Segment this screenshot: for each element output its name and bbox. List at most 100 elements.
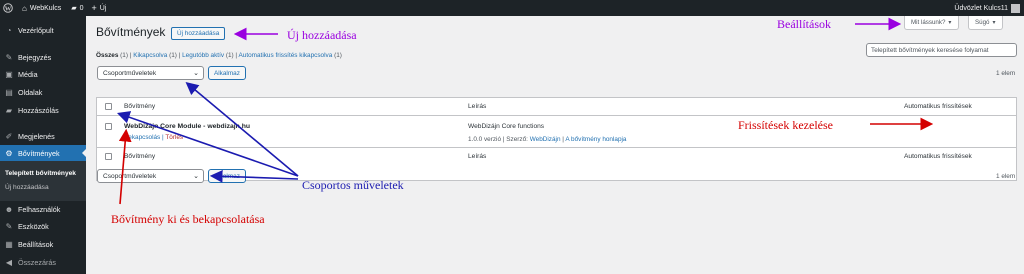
sidebar-item-label: Bővítmények [18,148,60,158]
sidebar-item-label: Hozzászólás [18,105,59,115]
submenu-installed-plugins[interactable]: Telepített bővítmények [5,170,76,177]
site-name-link[interactable]: ⌂ WebKulcs [22,4,61,13]
sidebar-item-settings[interactable]: ▦ Beállítások [0,236,86,252]
filter-count: (1) [225,52,234,59]
plugin-icon: ⚙ [5,148,13,158]
pin-icon: ✎ [5,52,13,62]
account-menu[interactable]: Üdvözlet Kulcs11 [954,0,1020,16]
sidebar-item-label: Eszközök [18,221,49,231]
plugin-meta: 1.0.0 verzió | Szerző: WebDizájn | A bőv… [468,136,627,143]
table-row: WebDizájn Core Module - webdizajn.hu Bek… [97,116,1016,148]
annotation-add-new: Új hozzáadása [287,28,357,42]
brush-icon: ✐ [5,131,13,141]
column-auto-updates: Automatikus frissítések [904,103,972,110]
sidebar-item-label: Megjelenés [18,131,55,141]
sidebar-item-label: Beállítások [18,239,54,249]
comment-icon: ▰ [5,105,13,115]
item-count-top: 1 elem [996,70,1016,77]
annotation-settings: Beállítások [777,17,831,31]
new-content-link[interactable]: + Új [92,3,107,13]
plugin-status-filters: Összes (1) | Kikapcsolva (1) | Legutóbb … [96,52,342,59]
sidebar-item-posts[interactable]: ✎ Bejegyzés [0,49,86,65]
plugin-author-link[interactable]: WebDizájn [530,136,561,143]
bulk-actions-value: Csoportműveletek [103,173,157,180]
new-label: Új [99,4,107,12]
filter-label: Kikapcsolva [133,52,168,59]
sidebar-item-plugins[interactable]: ⚙ Bővítmények [0,145,86,161]
filter-count: (1) [120,52,128,59]
user-icon: ☻ [4,204,14,214]
chevron-down-icon: ⌄ [193,173,199,180]
item-count-bottom: 1 elem [996,173,1016,180]
chevron-down-icon: ⌄ [193,70,199,77]
column-plugin[interactable]: Bővítmény [124,103,155,110]
settings-icon: ▦ [5,239,13,249]
activate-link[interactable]: Bekapcsolás [124,134,160,141]
select-all-checkbox[interactable] [105,103,112,110]
plugin-search-input[interactable]: Telepített bővítmények keresése folyamat [866,43,1017,57]
sidebar-item-label: Média [18,69,38,79]
triangle-down-icon: ▾ [992,19,996,26]
sidebar-item-label: Bejegyzés [18,52,52,62]
bulk-actions-value: Csoportműveletek [103,70,157,77]
filter-inactive[interactable]: Kikapcsolva (1) [133,52,177,59]
sidebar-item-label: Vezérlőpult [18,25,54,35]
apply-button-bottom[interactable]: Alkalmaz [208,169,246,183]
help-button[interactable]: Súgó ▾ [968,16,1003,30]
plugin-row-actions: Bekapcsolás | Törlés [124,134,184,141]
column-plugin-footer[interactable]: Bővítmény [124,153,155,160]
plugin-version: 1.0.0 verzió [468,136,502,143]
sidebar-item-comments[interactable]: ▰ Hozzászólás [0,102,86,118]
wordpress-logo-icon[interactable]: W [0,0,16,16]
sidebar-item-dashboard[interactable]: ◔ Vezérlőpult [0,22,86,38]
sidebar-item-tools[interactable]: ✎ Eszközök [0,218,86,234]
plugin-description: WebDizájn Core functions [468,123,545,130]
sidebar-item-label: Összezárás [18,257,56,267]
admin-bar: W ⌂ WebKulcs ▰ 0 + Új Üdvözlet Kulcs11 [0,0,1024,16]
screen-options-label: Mit lássunk? [911,19,946,26]
table-header: Bővítmény Leírás Automatikus frissítések [97,98,1016,116]
annotation-toggle: Bővítmény ki és bekapcsolatása [111,212,265,226]
plugins-submenu: Telepített bővítmények Új hozzáadása [0,161,86,201]
sidebar-item-appearance[interactable]: ✐ Megjelenés [0,128,86,144]
filter-recent[interactable]: Legutóbb aktív (1) [182,52,234,59]
home-icon: ⌂ [22,3,27,13]
filter-label: Legutóbb aktív [182,52,225,59]
annotation-updates: Frissítések kezelése [738,118,833,132]
plugin-name: WebDizájn Core Module - webdizajn.hu [124,123,250,130]
annotation-bulk: Csoportos műveletek [302,178,404,192]
sidebar-item-media[interactable]: ▣ Média [0,66,86,82]
bulk-actions-select-top[interactable]: Csoportműveletek ⌄ [97,66,204,80]
filter-auto-updates-disabled[interactable]: Automatikus frissítés kikapcsolva (1) [239,52,342,59]
sidebar-item-pages[interactable]: ▤ Oldalak [0,84,86,100]
greeting-text: Üdvözlet Kulcs11 [954,4,1008,12]
filter-label: Összes [96,52,119,59]
comment-icon: ▰ [71,5,77,12]
column-description: Leírás [468,103,487,110]
plugin-author-label: Szerző: [506,136,528,143]
sidebar-item-users[interactable]: ☻ Felhasználók [0,201,86,217]
add-new-button[interactable]: Új hozzáadása [171,27,226,40]
sidebar-item-label: Oldalak [18,87,43,97]
page-icon: ▤ [5,87,13,97]
plugin-homepage-link[interactable]: A bővítmény honlapja [565,136,626,143]
wrench-icon: ✎ [5,221,13,231]
page-title: Bővítmények [96,25,166,39]
select-all-checkbox-footer[interactable] [105,153,112,160]
filter-label: Automatikus frissítés kikapcsolva [238,52,333,59]
apply-button-top[interactable]: Alkalmaz [208,66,246,80]
help-label: Súgó [975,19,990,26]
filter-all[interactable]: Összes (1) [96,52,128,59]
delete-link[interactable]: Törlés [165,134,183,141]
collapse-icon: ◀ [5,257,13,267]
comments-link[interactable]: ▰ 0 [71,4,84,13]
sidebar-item-collapse[interactable]: ◀ Összezárás [0,254,86,270]
submenu-add-new[interactable]: Új hozzáadása [5,184,49,191]
bulk-actions-select-bottom[interactable]: Csoportműveletek ⌄ [97,169,204,183]
filter-count: (1) [169,52,177,59]
filter-count: (1) [334,52,342,59]
screen-options-button[interactable]: Mit lássunk? ▾ [904,16,959,30]
comments-count: 0 [79,4,84,12]
admin-sidebar: ◔ Vezérlőpult ✎ Bejegyzés ▣ Média ▤ Olda… [0,16,86,274]
plugin-checkbox[interactable] [105,123,112,130]
